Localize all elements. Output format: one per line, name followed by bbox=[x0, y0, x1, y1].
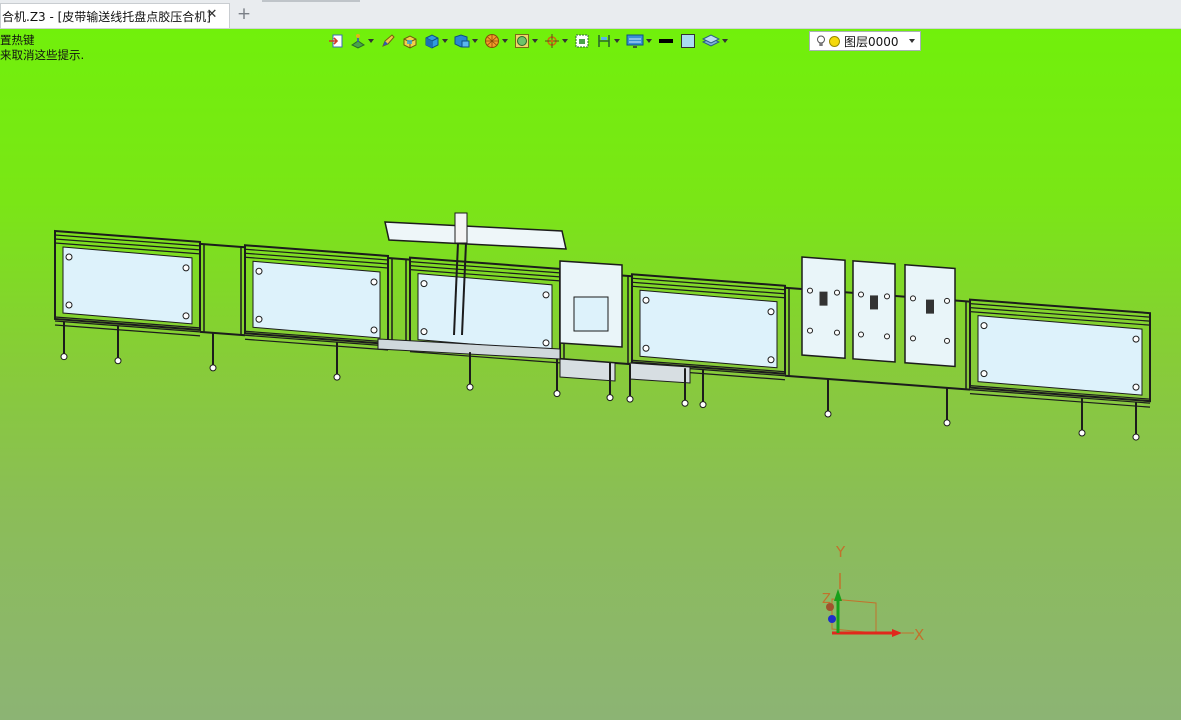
bolt bbox=[884, 293, 890, 300]
leg-foot bbox=[699, 401, 707, 409]
bolt bbox=[1132, 383, 1140, 391]
x-axis-label: X bbox=[914, 626, 925, 644]
bolt bbox=[910, 295, 916, 302]
plate-clamp bbox=[926, 299, 934, 314]
leg-foot bbox=[1132, 433, 1140, 441]
frame-rail bbox=[969, 393, 1151, 408]
bolt bbox=[420, 328, 428, 336]
press-plate bbox=[852, 260, 896, 363]
bolt bbox=[370, 278, 378, 286]
leg-foot bbox=[466, 383, 474, 391]
press-plates bbox=[801, 256, 956, 368]
bolt bbox=[642, 344, 650, 352]
plate-clamp bbox=[870, 295, 878, 310]
bolt bbox=[420, 280, 428, 288]
leg-foot bbox=[60, 353, 68, 361]
leg-foot bbox=[824, 410, 832, 418]
control-cabinet bbox=[559, 358, 616, 382]
leg-foot bbox=[681, 399, 689, 407]
leg-foot bbox=[606, 394, 614, 402]
leg-foot bbox=[1078, 429, 1086, 437]
bolt bbox=[980, 370, 988, 378]
leg-foot bbox=[209, 364, 217, 372]
bolt bbox=[858, 291, 864, 298]
bolt bbox=[65, 301, 73, 309]
new-tab-icon[interactable]: + bbox=[236, 6, 252, 23]
press-plate bbox=[904, 263, 956, 368]
3d-viewport[interactable]: 置热键 来取消这些提示. 图层0000 X Y Z bbox=[0, 29, 1181, 720]
conveyor-model[interactable] bbox=[0, 29, 1181, 720]
bolt bbox=[807, 327, 813, 334]
frame-panel bbox=[639, 289, 778, 369]
tab-scroll-indicator bbox=[262, 0, 360, 2]
close-icon[interactable]: ✕ bbox=[205, 8, 219, 22]
gantry-head bbox=[454, 212, 468, 244]
axis-triad bbox=[826, 573, 914, 637]
document-tab-title: 合机.Z3 - [皮带输送线托盘点胶压合机] bbox=[2, 9, 211, 24]
bolt bbox=[767, 308, 775, 316]
frame-panel bbox=[417, 273, 553, 352]
leg-foot bbox=[626, 395, 634, 403]
bolt bbox=[944, 297, 950, 304]
plate-clamp bbox=[819, 291, 828, 306]
press-plate bbox=[801, 256, 846, 360]
bolt bbox=[980, 322, 988, 330]
bolt bbox=[542, 339, 550, 347]
dispenser-window bbox=[573, 296, 609, 332]
z-axis-label: Z bbox=[822, 592, 831, 607]
leg-foot bbox=[114, 357, 122, 365]
bolt bbox=[255, 267, 263, 275]
link-beam bbox=[199, 330, 246, 337]
bolt bbox=[542, 291, 550, 299]
bolt bbox=[182, 264, 190, 272]
link-beam bbox=[784, 374, 971, 391]
bolt bbox=[807, 287, 813, 294]
y-axis-arrow bbox=[834, 589, 842, 601]
bolt bbox=[910, 335, 916, 342]
bolt bbox=[767, 356, 775, 364]
bolt bbox=[834, 289, 840, 296]
bolt bbox=[255, 315, 263, 323]
bolt bbox=[944, 337, 950, 344]
control-cabinet bbox=[629, 362, 691, 384]
bolt bbox=[858, 331, 864, 338]
frame-panel bbox=[977, 315, 1143, 396]
bolt bbox=[642, 296, 650, 304]
leg-foot bbox=[553, 390, 561, 398]
y-axis-label: Y bbox=[836, 543, 846, 561]
z-axis-dot bbox=[828, 615, 836, 623]
bolt bbox=[370, 326, 378, 334]
bolt bbox=[182, 312, 190, 320]
bolt bbox=[65, 253, 73, 261]
document-tab[interactable]: 合机.Z3 - [皮带输送线托盘点胶压合机] ✕ bbox=[0, 3, 230, 28]
frame-panel bbox=[62, 246, 193, 325]
document-tab-bar: 合机.Z3 - [皮带输送线托盘点胶压合机] ✕ + bbox=[0, 0, 1181, 29]
leg-foot bbox=[943, 419, 951, 427]
frame-panel bbox=[252, 260, 381, 339]
bolt bbox=[884, 333, 890, 340]
x-axis-arrow bbox=[892, 629, 902, 637]
link-beam bbox=[199, 242, 246, 249]
bolt bbox=[834, 329, 840, 336]
gantry-beam bbox=[384, 221, 567, 250]
leg-foot bbox=[333, 373, 341, 381]
bolt bbox=[1132, 335, 1140, 343]
